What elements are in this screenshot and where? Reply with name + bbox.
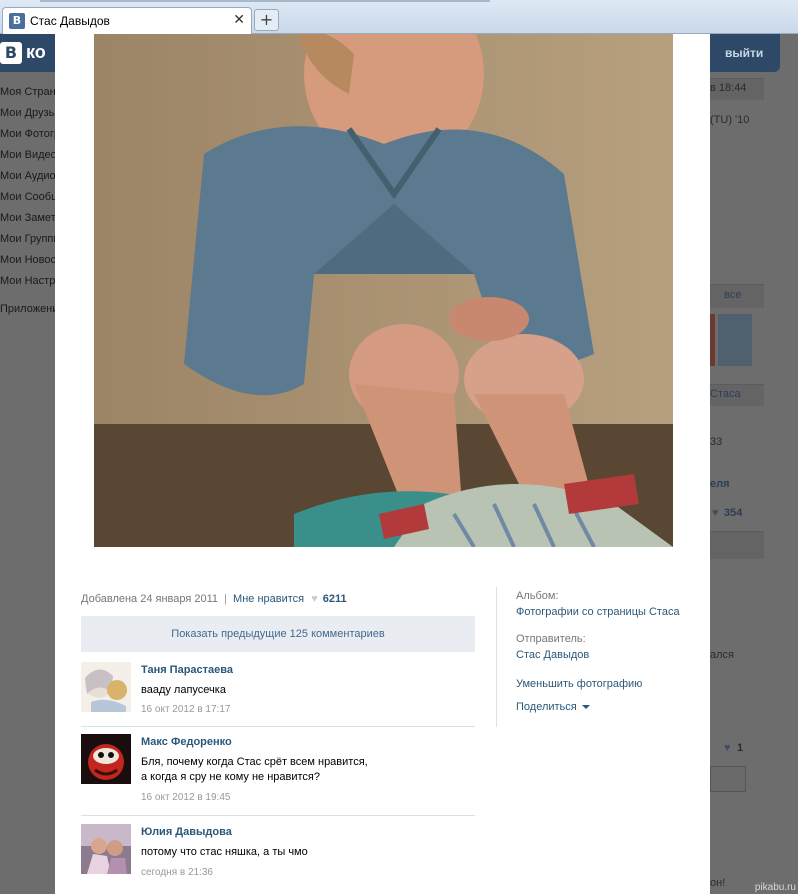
comment-author[interactable]: Юлия Давыдова [141, 826, 232, 838]
text-fragment: ался [710, 649, 734, 661]
avatar-anime-icon [81, 662, 131, 712]
site-logo-text: ко [26, 42, 46, 62]
album-thumb[interactable] [710, 314, 715, 366]
avatar-photo-icon [81, 824, 131, 874]
left-menu-item[interactable]: Мои Друзья [0, 103, 56, 124]
browser-tab[interactable]: В Стас Давыдов ✕ [2, 7, 252, 34]
count-fragment: 33 [710, 436, 723, 448]
text-fragment: он! [710, 877, 726, 889]
like-count-fragment: 1 [737, 742, 744, 754]
tab-title: Стас Давыдов [30, 14, 110, 28]
comment-text: Бля, почему когда Стас срёт всем нравитс… [141, 756, 368, 783]
left-menu-item[interactable]: Мои Аудиозаписи [0, 166, 56, 187]
last-seen-time: в 18:44 [710, 82, 747, 94]
added-line: Добавлена 24 января 2011 | Мне нравится … [81, 593, 481, 605]
share-label: Поделиться [516, 701, 577, 713]
comment: Юлия Давыдова потому что стас няшка, а т… [81, 824, 475, 884]
comment: Макс Федоренко Бля, почему когда Стас ср… [81, 734, 475, 816]
comment-divider [81, 726, 475, 727]
watermark: pikabu.ru [754, 882, 796, 893]
new-tab-button[interactable]: + [254, 9, 279, 31]
background-right-column: в 18:44 (TU) '10 все Стаса 33 еля ♥ 354 … [710, 34, 798, 894]
separator: | [224, 593, 227, 605]
photo-viewer: Добавлена 24 января 2011 | Мне нравится … [55, 34, 710, 894]
comment: Таня Парастаева вааду лапусечка 16 окт 2… [81, 662, 475, 727]
comment-date[interactable]: 16 окт 2012 в 19:45 [141, 792, 230, 803]
comment-date[interactable]: сегодня в 21:36 [141, 867, 213, 878]
left-menu-item[interactable]: Мои Новости [0, 250, 56, 271]
sender-link[interactable]: Стас Давыдов [516, 649, 589, 661]
comment-date[interactable]: 16 окт 2012 в 17:17 [141, 704, 230, 715]
heart-icon[interactable]: ♥ [311, 593, 318, 605]
background-block [710, 531, 764, 559]
close-tab-icon[interactable]: ✕ [233, 12, 245, 28]
like-count[interactable]: 6211 [323, 593, 347, 605]
avatar[interactable] [81, 824, 131, 874]
heart-icon: ♥ [712, 507, 719, 519]
album-thumb[interactable] [718, 314, 752, 366]
comment-text: вааду лапусечка [141, 684, 226, 696]
comment-text: потому что стас няшка, а ты чмо [141, 846, 308, 858]
photo-info: Добавлена 24 января 2011 | Мне нравится … [81, 593, 481, 605]
chevron-down-icon [581, 705, 590, 710]
vk-favicon-icon: В [9, 13, 25, 29]
comment-author[interactable]: Таня Парастаева [141, 664, 233, 676]
left-menu-item[interactable]: Мои Настройки [0, 271, 56, 292]
comment-author[interactable]: Макс Федоренко [141, 736, 232, 748]
education-fragment: (TU) '10 [710, 114, 750, 126]
likes-fragment: 354 [724, 507, 743, 519]
shrink-photo-link[interactable]: Уменьшить фотографию [516, 678, 642, 690]
all-link[interactable]: все [724, 289, 741, 301]
sender-label: Отправитель: [516, 633, 586, 645]
left-menu-item[interactable]: Мои Сообщения [0, 187, 56, 208]
show-previous-comments-button[interactable]: Показать предыдущие 125 комментариев [81, 616, 475, 652]
tabbar-topline [40, 0, 490, 2]
left-menu-item[interactable]: Мои Фотографии [0, 124, 56, 145]
like-button[interactable]: Мне нравится [233, 593, 304, 605]
vk-logo-icon[interactable]: В [0, 42, 22, 64]
share-dropdown[interactable]: Поделиться [516, 701, 590, 713]
left-menu-item[interactable]: Мои Заметки [0, 208, 56, 229]
album-link[interactable]: Фотографии со страницы Стаса [516, 606, 680, 618]
comment-input[interactable] [710, 766, 746, 792]
photo-illustration [94, 34, 673, 547]
stasa-link[interactable]: Стаса [710, 388, 741, 400]
left-menu: Моя Страница Мои Друзья Мои Фотографии М… [0, 82, 56, 320]
left-menu-apps[interactable]: Приложения [0, 299, 56, 320]
photo[interactable] [94, 34, 673, 547]
album-label: Альбом: [516, 590, 559, 602]
left-menu-item[interactable]: Моя Страница [0, 82, 56, 103]
heart-icon: ♥ [724, 742, 731, 754]
added-date: Добавлена 24 января 2011 [81, 593, 219, 605]
browser-tab-bar: В Стас Давыдов ✕ + [0, 0, 798, 34]
comment-divider [81, 815, 475, 816]
week-fragment: еля [710, 478, 730, 490]
avatar-cartoon-icon [81, 734, 131, 784]
left-menu-item[interactable]: Мои Группы [0, 229, 56, 250]
avatar[interactable] [81, 734, 131, 784]
left-menu-item[interactable]: Мои Видеозаписи [0, 145, 56, 166]
photo-side-panel: Альбом: Фотографии со страницы Стаса Отп… [496, 587, 696, 727]
avatar[interactable] [81, 662, 131, 712]
